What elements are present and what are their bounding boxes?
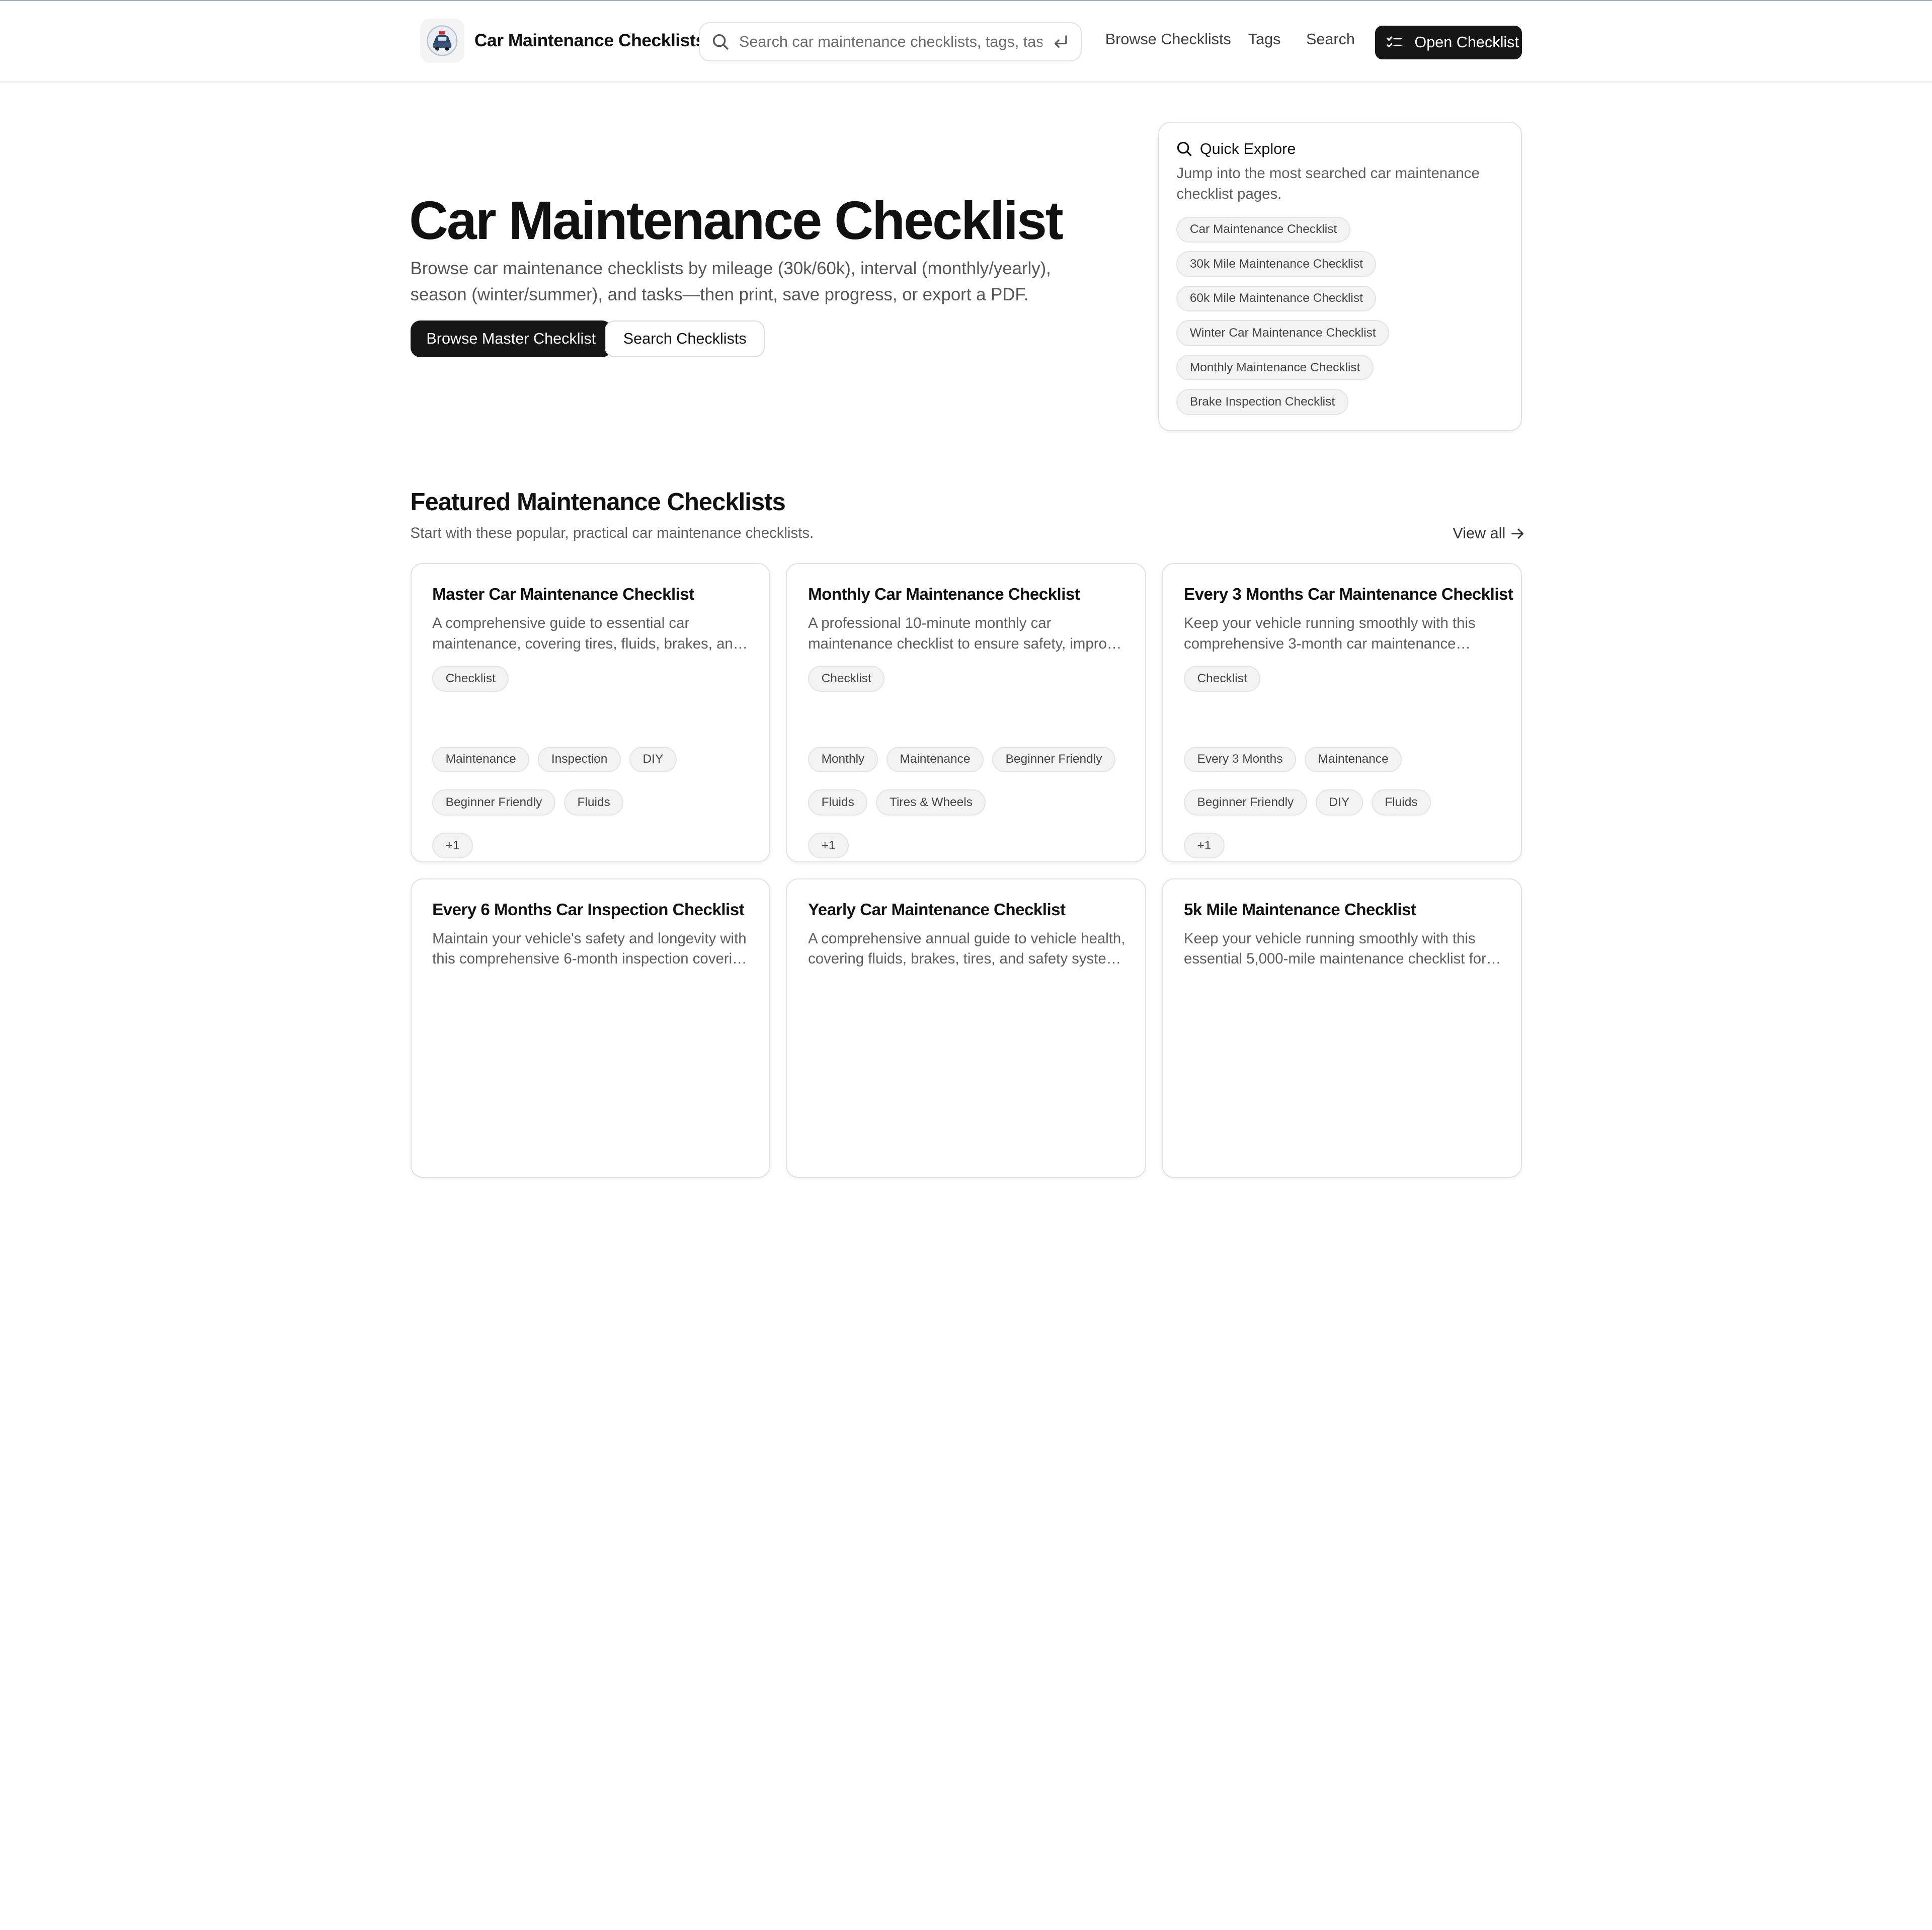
nav-tags[interactable]: Tags bbox=[1248, 31, 1281, 48]
tag-chip[interactable]: DIY bbox=[629, 746, 677, 773]
tag-chip[interactable]: Maintenance bbox=[886, 746, 984, 773]
brand[interactable]: Car Maintenance Checklists bbox=[420, 18, 705, 63]
quick-explore-links: Car Maintenance Checklist 30k Mile Maint… bbox=[1176, 216, 1390, 415]
list-check-icon bbox=[1386, 35, 1402, 51]
card-title: Every 6 Months Car Inspection Checklist bbox=[432, 900, 745, 919]
checklist-card[interactable]: Master Car Maintenance Checklist A compr… bbox=[410, 563, 770, 863]
tag-chip[interactable]: Maintenance bbox=[1305, 746, 1402, 773]
quick-explore-panel: Quick Explore Jump into the most searche… bbox=[1158, 122, 1522, 432]
card-description: Keep your vehicle running smoothly with … bbox=[1184, 615, 1476, 652]
search-checklists-button[interactable]: Search Checklists bbox=[605, 320, 765, 358]
featured-section-subtitle: Start with these popular, practical car … bbox=[410, 525, 814, 542]
search-input[interactable]: Search car maintenance checklists, tags,… bbox=[739, 33, 1042, 51]
view-all-link[interactable]: View all bbox=[1453, 525, 1525, 542]
checklist-card[interactable]: Monthly Car Maintenance Checklist A prof… bbox=[786, 563, 1146, 863]
quick-link[interactable]: 60k Mile Maintenance Checklist bbox=[1176, 285, 1377, 312]
quick-link[interactable]: Monthly Maintenance Checklist bbox=[1176, 354, 1374, 381]
view-all-label: View all bbox=[1453, 525, 1506, 542]
card-description: A professional 10-minute monthly car mai… bbox=[808, 615, 1122, 652]
card-title: Monthly Car Maintenance Checklist bbox=[808, 585, 1080, 604]
nav-search[interactable]: Search bbox=[1306, 31, 1355, 48]
card-description: Maintain your vehicle's safety and longe… bbox=[432, 930, 749, 968]
card-tags: Maintenance Inspection DIY Beginner Frie… bbox=[432, 746, 755, 859]
card-type-badge: Checklist bbox=[432, 666, 509, 692]
open-checklist-label: Open Checklist bbox=[1414, 33, 1519, 51]
brand-name: Car Maintenance Checklists bbox=[474, 30, 705, 51]
more-tags-chip[interactable]: +1 bbox=[432, 833, 473, 859]
search-icon bbox=[712, 33, 729, 50]
quick-link[interactable]: 30k Mile Maintenance Checklist bbox=[1176, 251, 1377, 277]
card-tags: Monthly Maintenance Beginner Friendly Fl… bbox=[808, 746, 1131, 859]
card-title: 5k Mile Maintenance Checklist bbox=[1184, 900, 1416, 919]
tag-chip[interactable]: Every 3 Months bbox=[1184, 746, 1296, 773]
search-icon bbox=[1176, 141, 1192, 157]
checklist-card[interactable]: Every 3 Months Car Maintenance Checklist… bbox=[1162, 563, 1522, 863]
more-tags-chip[interactable]: +1 bbox=[1184, 833, 1225, 859]
enter-key-icon bbox=[1053, 34, 1069, 50]
more-tags-chip[interactable]: +1 bbox=[808, 833, 849, 859]
tag-chip[interactable]: DIY bbox=[1315, 789, 1363, 816]
car-logo-icon bbox=[420, 18, 465, 63]
card-type-badge: Checklist bbox=[808, 666, 885, 692]
tag-chip[interactable]: Inspection bbox=[538, 746, 621, 773]
card-title: Every 3 Months Car Maintenance Checklist bbox=[1184, 585, 1513, 604]
tag-chip[interactable]: Fluids bbox=[564, 789, 624, 816]
featured-section-title: Featured Maintenance Checklists bbox=[410, 488, 786, 516]
tag-chip[interactable]: Maintenance bbox=[432, 746, 530, 773]
tag-chip[interactable]: Fluids bbox=[1371, 789, 1431, 816]
tag-chip[interactable]: Fluids bbox=[808, 789, 868, 816]
page-title: Car Maintenance Checklist bbox=[409, 190, 1064, 251]
tag-chip[interactable]: Tires & Wheels bbox=[876, 789, 986, 816]
search-bar[interactable]: Search car maintenance checklists, tags,… bbox=[698, 22, 1082, 62]
quick-explore-title: Quick Explore bbox=[1199, 140, 1296, 157]
tag-chip[interactable]: Beginner Friendly bbox=[1184, 789, 1307, 816]
site-header: Car Maintenance Checklists Search car ma… bbox=[0, 1, 1932, 83]
quick-explore-header: Quick Explore bbox=[1176, 140, 1296, 158]
tag-chip[interactable]: Monthly bbox=[808, 746, 878, 773]
tag-chip[interactable]: Beginner Friendly bbox=[432, 789, 555, 816]
arrow-right-icon bbox=[1510, 526, 1525, 541]
card-description: A comprehensive guide to essential car m… bbox=[432, 615, 742, 652]
checklist-card[interactable]: Yearly Car Maintenance Checklist A compr… bbox=[786, 878, 1146, 1178]
card-description: Keep your vehicle running smoothly with … bbox=[1184, 930, 1486, 968]
tag-chip[interactable]: Beginner Friendly bbox=[992, 746, 1115, 773]
card-title: Yearly Car Maintenance Checklist bbox=[808, 900, 1066, 919]
quick-link[interactable]: Winter Car Maintenance Checklist bbox=[1176, 320, 1390, 346]
quick-link[interactable]: Brake Inspection Checklist bbox=[1176, 389, 1348, 415]
card-tags: Every 3 Months Maintenance Beginner Frie… bbox=[1184, 746, 1507, 859]
checklist-card[interactable]: Every 6 Months Car Inspection Checklist … bbox=[410, 878, 770, 1178]
card-type-badge: Checklist bbox=[1184, 666, 1261, 692]
card-title: Master Car Maintenance Checklist bbox=[432, 585, 694, 604]
hero-description: Browse car maintenance checklists by mil… bbox=[410, 259, 1051, 304]
nav-browse-checklists[interactable]: Browse Checklists bbox=[1105, 31, 1231, 48]
card-description: A comprehensive annual guide to vehicle … bbox=[808, 930, 1126, 968]
browse-master-checklist-button[interactable]: Browse Master Checklist bbox=[410, 320, 612, 358]
checklist-card[interactable]: 5k Mile Maintenance Checklist Keep your … bbox=[1162, 878, 1522, 1178]
quick-explore-description: Jump into the most searched car maintena… bbox=[1176, 165, 1480, 202]
open-checklist-button[interactable]: Open Checklist bbox=[1375, 26, 1522, 59]
quick-link[interactable]: Car Maintenance Checklist bbox=[1176, 216, 1350, 243]
